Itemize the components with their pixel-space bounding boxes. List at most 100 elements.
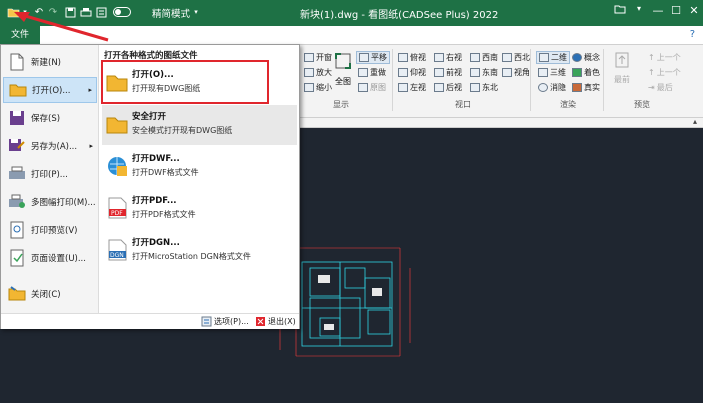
- new-document-icon: [7, 53, 27, 71]
- pan-icon: [359, 53, 369, 62]
- ribbon-btn-open-window[interactable]: 开窗: [304, 51, 332, 64]
- batch-print-icon: [7, 193, 27, 211]
- ribbon-btn-top-view[interactable]: 俯视: [398, 51, 426, 64]
- group-display-label: 显示: [333, 100, 349, 109]
- folder-icon[interactable]: [612, 4, 628, 20]
- mode-dropdown-icon[interactable]: ▾: [192, 5, 200, 19]
- exit-icon: [256, 317, 265, 326]
- ribbon-btn-southeast[interactable]: 东南: [470, 66, 498, 79]
- ribbon-btn-southwest[interactable]: 西南: [470, 51, 498, 64]
- menu-item-save-as[interactable]: 另存为(A)... ▸: [3, 133, 97, 159]
- ribbon-btn-pan[interactable]: 平移: [356, 51, 390, 64]
- ribbon-btn-conceptual[interactable]: 概念: [572, 51, 600, 64]
- svg-text:PDF: PDF: [111, 210, 123, 217]
- ribbon-btn-full-view[interactable]: 全图: [332, 51, 354, 93]
- shaded-icon: [572, 68, 582, 77]
- northeast-view-icon: [470, 83, 480, 92]
- collapse-ribbon-icon[interactable]: ▴: [693, 117, 697, 126]
- menu-item-open[interactable]: 打开(O)... ▸: [3, 77, 97, 103]
- menu-item-print-preview[interactable]: 打印预览(V): [3, 217, 97, 243]
- menu-item-close[interactable]: 关闭(C): [3, 281, 97, 307]
- menu-item-batch-print[interactable]: 多图幅打印(M)...: [3, 189, 97, 215]
- ribbon-btn-3d[interactable]: 三维: [538, 66, 566, 79]
- close-folder-icon: [7, 285, 27, 303]
- safe-open-icon: [106, 117, 128, 134]
- back-view-icon: [434, 83, 444, 92]
- options-icon: [201, 316, 212, 327]
- ribbon-btn-prev-2[interactable]: ↑ 上一个: [648, 66, 681, 79]
- menu-item-page-setup[interactable]: 页面设置(U)...: [3, 245, 97, 271]
- submenu-open-dwf[interactable]: 打开DWF... 打开DWF格式文件: [102, 147, 297, 187]
- submenu-open-dgn[interactable]: DGN 打开DGN... 打开MicroStation DGN格式文件: [102, 231, 297, 271]
- minimize-icon[interactable]: —: [650, 4, 666, 20]
- ribbon-btn-redo[interactable]: 重做: [358, 66, 386, 79]
- redo-icon: [358, 68, 368, 77]
- top-view-icon: [398, 53, 408, 62]
- viewpoint-icon: [502, 68, 512, 77]
- ribbon-btn-right-view[interactable]: 右视: [434, 51, 462, 64]
- southwest-view-icon: [470, 53, 480, 62]
- ribbon-btn-2d[interactable]: 二维: [536, 51, 570, 64]
- menu-item-print[interactable]: 打印(P)...: [3, 161, 97, 187]
- close-icon[interactable]: ✕: [686, 4, 702, 20]
- group-separator: [603, 49, 604, 111]
- exit-button[interactable]: 退出(X): [255, 316, 296, 327]
- file-menu: 新建(N) 打开(O)... ▸ 保存(S) 另存为(A)... ▸ 打印(P)…: [0, 44, 300, 329]
- zoom-in-icon: [304, 68, 314, 77]
- group-preview-label: 预览: [634, 100, 650, 109]
- ribbon-btn-northeast[interactable]: 东北: [470, 81, 498, 94]
- zoom-out-icon: [304, 83, 314, 92]
- help-icon[interactable]: ?: [690, 29, 695, 40]
- pdf-icon: PDF: [108, 197, 127, 219]
- right-view-icon: [434, 53, 444, 62]
- ribbon-btn-last[interactable]: ⇥ 最后: [648, 81, 673, 94]
- 3d-icon: [538, 68, 548, 77]
- highlight-box: [101, 60, 269, 104]
- submenu-open-pdf[interactable]: PDF 打开PDF... 打开PDF格式文件: [102, 189, 297, 229]
- file-menu-commands: 新建(N) 打开(O)... ▸ 保存(S) 另存为(A)... ▸ 打印(P)…: [1, 45, 99, 313]
- ribbon-btn-viewpoint[interactable]: 视角: [502, 66, 530, 79]
- dropdown-icon[interactable]: ▾: [631, 4, 647, 20]
- ribbon-btn-zoom-out[interactable]: 缩小: [304, 81, 332, 94]
- dwf-globe-icon: [108, 157, 127, 176]
- menu-item-save[interactable]: 保存(S): [3, 105, 97, 131]
- up-arrow-icon: ↑: [648, 53, 655, 62]
- ribbon-btn-zoom-in[interactable]: 放大: [304, 66, 332, 79]
- original-icon: [358, 83, 368, 92]
- menu-item-new[interactable]: 新建(N): [3, 49, 97, 75]
- northwest-view-icon: [502, 53, 512, 62]
- group-separator: [392, 49, 393, 111]
- ribbon-btn-bottom-view[interactable]: 仰视: [398, 66, 426, 79]
- dgn-icon: DGN: [108, 239, 127, 261]
- group-view-label: 视口: [455, 100, 471, 109]
- ribbon-btn-left-view[interactable]: 左视: [398, 81, 426, 94]
- window-title: 新块(1).dwg - 看图纸(CADSee Plus) 2022: [300, 10, 499, 21]
- ribbon-btn-hidden[interactable]: 消隐: [538, 81, 566, 94]
- last-icon: ⇥: [648, 83, 655, 92]
- front-view-icon: [434, 68, 444, 77]
- submenu-safe-open[interactable]: 安全打开 安全模式打开现有DWG图纸: [102, 105, 297, 145]
- maximize-icon[interactable]: ☐: [668, 4, 684, 20]
- print-icon: [7, 165, 27, 183]
- svg-text:DGN: DGN: [110, 252, 124, 259]
- ribbon-btn-shaded[interactable]: 着色: [572, 66, 600, 79]
- ribbon-btn-original[interactable]: 原图: [358, 81, 386, 94]
- save-icon: [7, 109, 27, 127]
- realistic-icon: [572, 83, 582, 92]
- mode-label[interactable]: 精简模式: [152, 6, 190, 20]
- left-view-icon: [398, 83, 408, 92]
- group-render-label: 渲染: [560, 100, 576, 109]
- full-view-icon: [335, 53, 351, 69]
- ribbon-btn-northwest[interactable]: 西北: [502, 51, 530, 64]
- pointer-arrow: [14, 12, 109, 42]
- options-button[interactable]: 选项(P)...: [201, 316, 249, 327]
- ribbon-btn-first[interactable]: 最前: [610, 51, 634, 85]
- ribbon-btn-prev[interactable]: ↑ 上一个: [648, 51, 681, 64]
- group-separator: [530, 49, 531, 111]
- open-window-icon: [304, 53, 314, 62]
- submenu-arrow-icon: ▸: [88, 86, 92, 94]
- ribbon-btn-realistic[interactable]: 真实: [572, 81, 600, 94]
- page-setup-icon: [7, 249, 27, 267]
- ribbon-btn-back-view[interactable]: 后视: [434, 81, 462, 94]
- ribbon-btn-front-view[interactable]: 前视: [434, 66, 462, 79]
